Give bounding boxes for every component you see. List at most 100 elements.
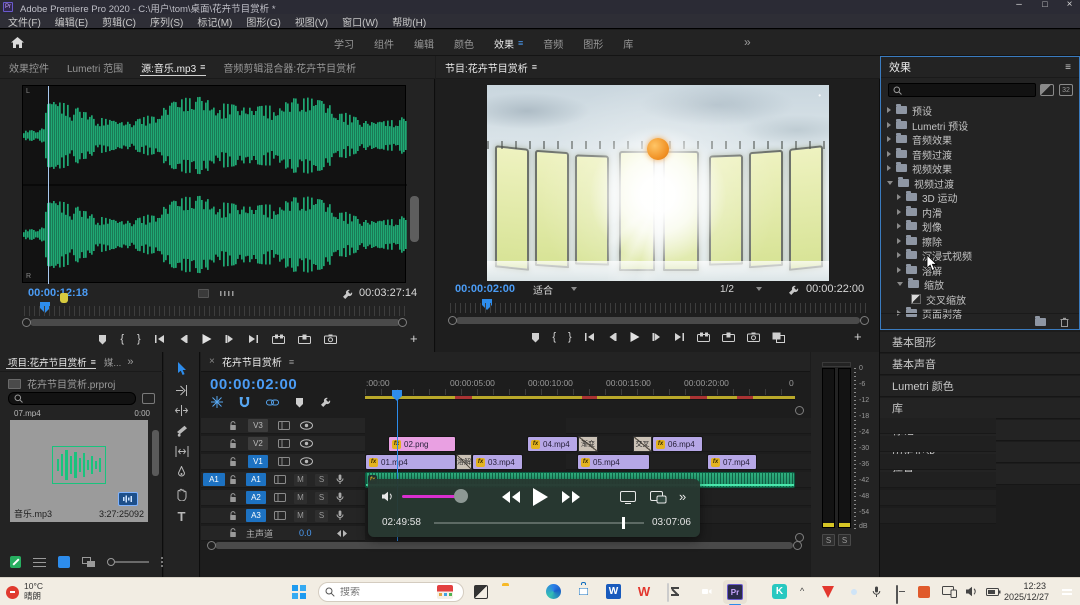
linked-selection-icon[interactable]: [266, 397, 279, 408]
filter-32bpc-icon[interactable]: 32: [1059, 84, 1073, 96]
track-header-v3[interactable]: V3: [201, 418, 365, 434]
taskbar-search[interactable]: [318, 582, 464, 602]
lift-button[interactable]: [697, 332, 710, 342]
panel-menu-icon[interactable]: ≡: [532, 62, 537, 72]
go-to-in-button[interactable]: [584, 332, 595, 342]
home-icon[interactable]: [10, 36, 25, 54]
tab-project[interactable]: 项目:花卉节目赏析≡: [0, 352, 100, 371]
step-back-button[interactable]: [607, 332, 617, 342]
tree-item-lumetri-presets[interactable]: Lumetri 预设: [912, 118, 968, 133]
track-name-v3[interactable]: V3: [248, 419, 268, 432]
source-marker[interactable]: [60, 293, 68, 303]
razor-tool[interactable]: [176, 425, 188, 437]
panel-menu-icon[interactable]: ≡: [200, 62, 205, 72]
more-options-icon[interactable]: [161, 557, 163, 567]
chevron-right-icon[interactable]: [897, 223, 901, 229]
tray-mic-icon[interactable]: [872, 586, 881, 598]
workspace-tab-assembly[interactable]: 组件: [365, 30, 403, 56]
project-item-card[interactable]: 音乐.mp3 3:27:25092: [10, 420, 148, 522]
project-writable-icon[interactable]: [10, 556, 21, 568]
add-marker-icon[interactable]: [295, 397, 304, 408]
type-tool[interactable]: T: [178, 510, 186, 523]
lock-icon[interactable]: [229, 439, 238, 449]
workspace-tab-learning[interactable]: 学习: [325, 30, 363, 56]
word-icon[interactable]: W: [606, 584, 621, 599]
lock-icon[interactable]: [229, 475, 238, 485]
eye-icon[interactable]: [300, 457, 313, 466]
panel-menu-icon[interactable]: ≡: [289, 357, 294, 367]
sync-lock-icon[interactable]: [274, 475, 286, 484]
timeline-vscroll-knob-top[interactable]: [795, 406, 804, 415]
volume-slider[interactable]: [402, 495, 460, 498]
solo-button[interactable]: S: [315, 492, 328, 504]
source-playhead-line[interactable]: [48, 86, 49, 284]
tree-item-slide[interactable]: 内滑: [922, 205, 942, 220]
source-patch-a1[interactable]: A1: [203, 473, 225, 486]
timeline-clip-07[interactable]: fx07.mp4: [707, 454, 757, 470]
go-to-in-button[interactable]: [154, 334, 165, 344]
mic-icon[interactable]: [336, 510, 344, 521]
meter-solo-left[interactable]: S: [822, 534, 835, 546]
tree-item-audio-transitions[interactable]: 音频过渡: [912, 147, 952, 162]
menu-edit[interactable]: 编辑(E): [55, 14, 88, 29]
timeline-hscroll-knob-left[interactable]: [207, 541, 216, 550]
volume-icon[interactable]: [382, 491, 395, 502]
overlay-play-button[interactable]: [531, 487, 549, 507]
solo-button[interactable]: S: [315, 474, 328, 486]
resolution-dropdown[interactable]: 1/2: [716, 282, 774, 296]
export-frame-button[interactable]: [324, 334, 337, 344]
go-to-out-button[interactable]: [248, 334, 259, 344]
source-scroll-knob-left[interactable]: [22, 318, 31, 327]
fast-forward-button[interactable]: [561, 490, 581, 504]
source-button-editor-icon[interactable]: +: [410, 332, 418, 345]
lock-icon[interactable]: [229, 457, 238, 467]
panel-essential-sound[interactable]: 基本声音: [880, 354, 1080, 375]
tree-item-zoom[interactable]: 缩放: [924, 277, 944, 292]
close-button[interactable]: ×: [1059, 0, 1080, 10]
wps-icon[interactable]: W: [636, 584, 652, 599]
meter-solo-right[interactable]: S: [838, 534, 851, 546]
close-sequence-icon[interactable]: ×: [209, 356, 215, 367]
chevron-right-icon[interactable]: [887, 107, 891, 113]
track-header-a1[interactable]: A1 M S: [201, 472, 365, 488]
weather-widget[interactable]: 10°C 晴朗: [6, 578, 43, 605]
insert-button[interactable]: [272, 334, 285, 344]
step-forward-button[interactable]: [652, 332, 662, 342]
mute-button[interactable]: M: [294, 510, 307, 522]
overlay-progress-handle[interactable]: [622, 517, 625, 529]
workspace-tab-graphics[interactable]: 图形: [574, 30, 612, 56]
master-volume-value[interactable]: 0.0: [299, 528, 312, 538]
eye-icon[interactable]: [300, 421, 313, 430]
source-timecode[interactable]: 00:00:12:18: [28, 287, 88, 299]
selection-tool[interactable]: [176, 362, 187, 376]
source-mini-ruler[interactable]: [24, 306, 406, 316]
sync-lock-icon[interactable]: [278, 439, 290, 448]
workspace-tab-effects[interactable]: 效果≡: [485, 30, 532, 56]
chevron-right-icon[interactable]: [887, 136, 891, 142]
fit-dropdown[interactable]: 适合: [529, 282, 591, 296]
mark-out-button[interactable]: }: [568, 332, 572, 343]
track-name-a2[interactable]: A2: [246, 491, 266, 504]
menu-graphics[interactable]: 图形(G): [246, 14, 280, 29]
nest-sequence-icon[interactable]: [211, 396, 223, 408]
tree-item-cross-zoom[interactable]: 交叉缩放: [926, 292, 966, 307]
project-file-name[interactable]: 花卉节目赏析.prproj: [27, 376, 115, 391]
cast-screen-icon[interactable]: [620, 491, 636, 504]
source-scroll-knob-right[interactable]: [398, 318, 407, 327]
program-scroll-knob-left[interactable]: [448, 316, 457, 325]
transition-cross-zoom[interactable]: 交叉: [633, 436, 652, 452]
track-select-tool[interactable]: [175, 385, 188, 396]
edge-icon[interactable]: [546, 584, 561, 599]
panel-overflow-icon[interactable]: »: [127, 356, 133, 368]
chevron-down-icon[interactable]: [887, 181, 893, 185]
chevron-right-icon[interactable]: [897, 267, 901, 273]
tray-app-icon-3[interactable]: [918, 586, 930, 598]
chevron-right-icon[interactable]: [897, 238, 901, 244]
mic-icon[interactable]: [336, 474, 344, 485]
program-timecode[interactable]: 00:00:02:00: [455, 283, 515, 295]
tree-item-video-effects[interactable]: 视频效果: [912, 161, 952, 176]
panel-libraries[interactable]: 库: [880, 398, 1080, 419]
chevron-right-icon[interactable]: [887, 122, 891, 128]
panel-menu-icon[interactable]: ≡: [91, 357, 96, 367]
panel-lumetri-color[interactable]: Lumetri 颜色: [880, 376, 1080, 397]
